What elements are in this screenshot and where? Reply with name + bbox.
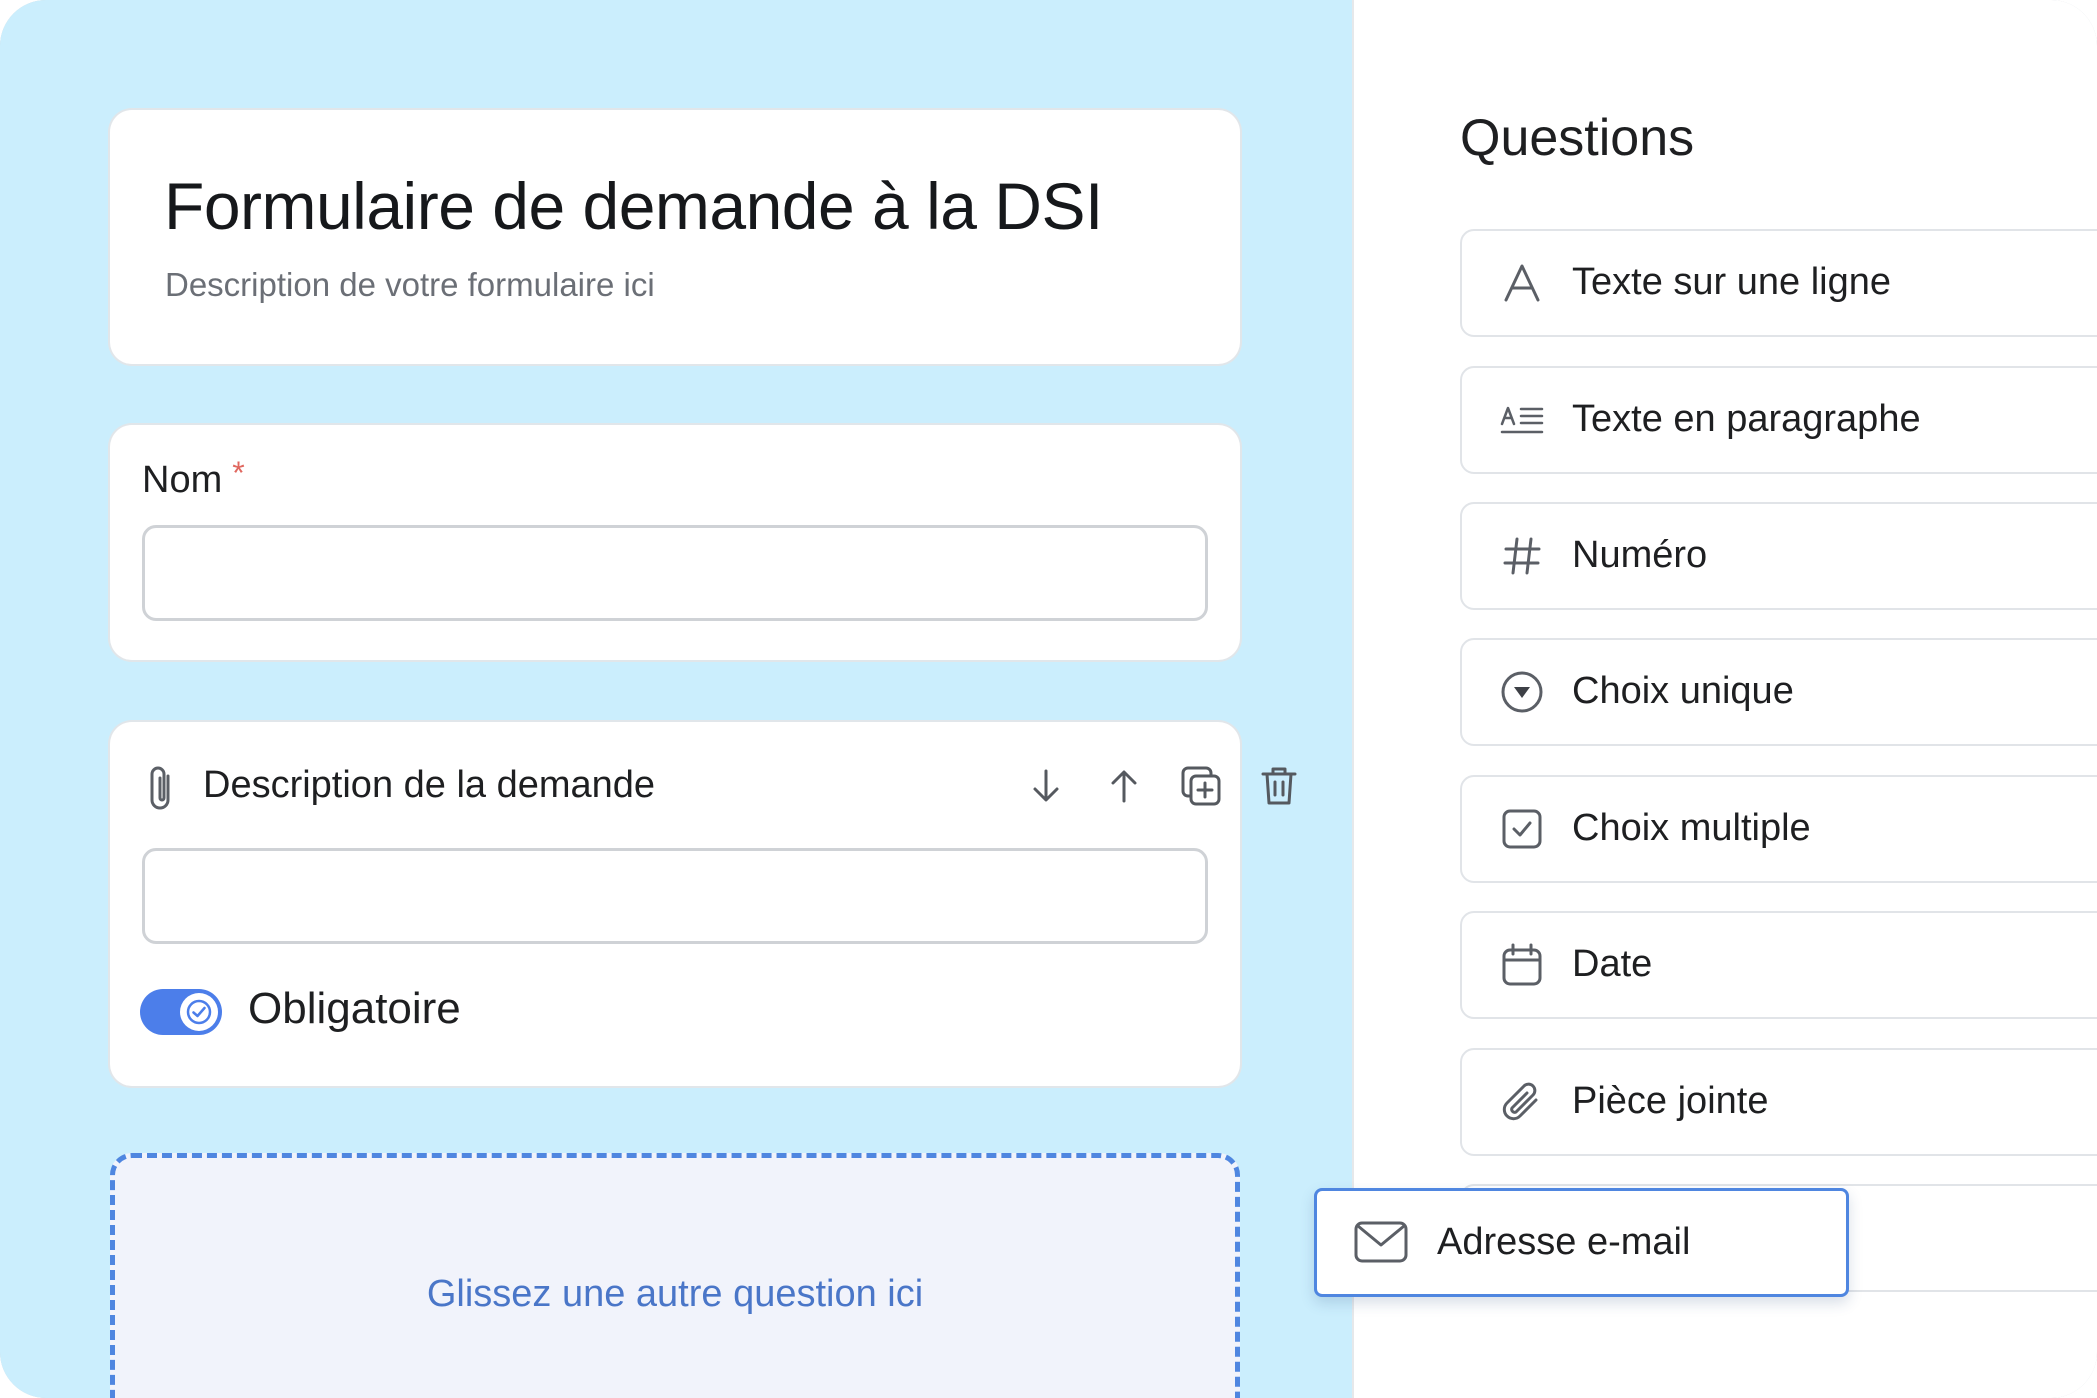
form-canvas: Formulaire de demande à la DSI Descripti… (0, 0, 1352, 1398)
duplicate-icon (1181, 766, 1221, 806)
form-title[interactable]: Formulaire de demande à la DSI (164, 168, 1103, 244)
question-type-label: Choix multiple (1572, 807, 1811, 849)
trash-icon (1261, 767, 1297, 805)
dragging-question-email[interactable]: Adresse e-mail (1314, 1188, 1849, 1297)
question-type-label: Numéro (1572, 534, 1708, 576)
paragraph-text-icon (1500, 398, 1544, 442)
question-type-label: Date (1572, 943, 1653, 985)
question-type-label: Texte sur une ligne (1572, 261, 1891, 303)
envelope-icon (1353, 1219, 1409, 1265)
arrow-up-icon (1111, 770, 1137, 803)
dropdown-circle-icon (1500, 670, 1544, 714)
question-type-multiple-choice[interactable]: Choix multiple (1460, 775, 2097, 883)
field-card-description[interactable]: Description de la demande Obligatoire (110, 722, 1297, 1086)
questions-panel-title: Questions (1460, 109, 1695, 167)
toggle-knob (180, 993, 218, 1031)
nom-input[interactable] (142, 525, 1208, 621)
hash-icon (1500, 534, 1544, 578)
dragging-question-label: Adresse e-mail (1437, 1221, 1691, 1263)
field-label-description: Description de la demande (203, 764, 656, 806)
question-type-paragraph[interactable]: Texte en paragraphe (1460, 366, 2097, 474)
field-label-text: Nom (142, 459, 223, 501)
question-type-number[interactable]: Numéro (1460, 502, 2097, 610)
form-description[interactable]: Description de votre formulaire ici (165, 266, 655, 304)
app-window: Formulaire de demande à la DSI Descripti… (0, 0, 2097, 1398)
field-label-nom: Nom * (142, 455, 245, 502)
question-dropzone[interactable]: Glissez une autre question ici (110, 1153, 1240, 1398)
move-up-button[interactable] (1098, 760, 1150, 812)
required-toggle-label: Obligatoire (248, 984, 461, 1033)
required-toggle[interactable] (140, 989, 222, 1035)
question-type-single-line[interactable]: Texte sur une ligne (1460, 229, 2097, 337)
question-type-label: Choix unique (1572, 670, 1794, 712)
duplicate-button[interactable] (1175, 760, 1227, 812)
form-header-card[interactable]: Formulaire de demande à la DSI Descripti… (110, 110, 1240, 364)
question-type-attachment[interactable]: Pièce jointe (1460, 1048, 2097, 1156)
field-card-nom[interactable]: Nom * (110, 425, 1240, 660)
question-type-single-choice[interactable]: Choix unique (1460, 638, 2097, 746)
question-type-label: Texte en paragraphe (1572, 398, 1921, 440)
question-type-date[interactable]: Date (1460, 911, 2097, 1019)
required-asterisk: * (232, 455, 245, 491)
question-type-label: Pièce jointe (1572, 1080, 1769, 1122)
delete-button[interactable] (1253, 760, 1305, 812)
dropzone-text: Glissez une autre question ici (426, 1273, 924, 1315)
check-icon (186, 999, 212, 1025)
letter-a-icon (1500, 261, 1544, 305)
paperclip-icon (1500, 1080, 1544, 1124)
checkbox-icon (1500, 807, 1544, 851)
description-input[interactable] (142, 848, 1208, 944)
move-down-button[interactable] (1020, 760, 1072, 812)
calendar-icon (1500, 943, 1544, 987)
arrow-down-icon (1033, 769, 1059, 802)
paperclip-icon (150, 766, 170, 810)
